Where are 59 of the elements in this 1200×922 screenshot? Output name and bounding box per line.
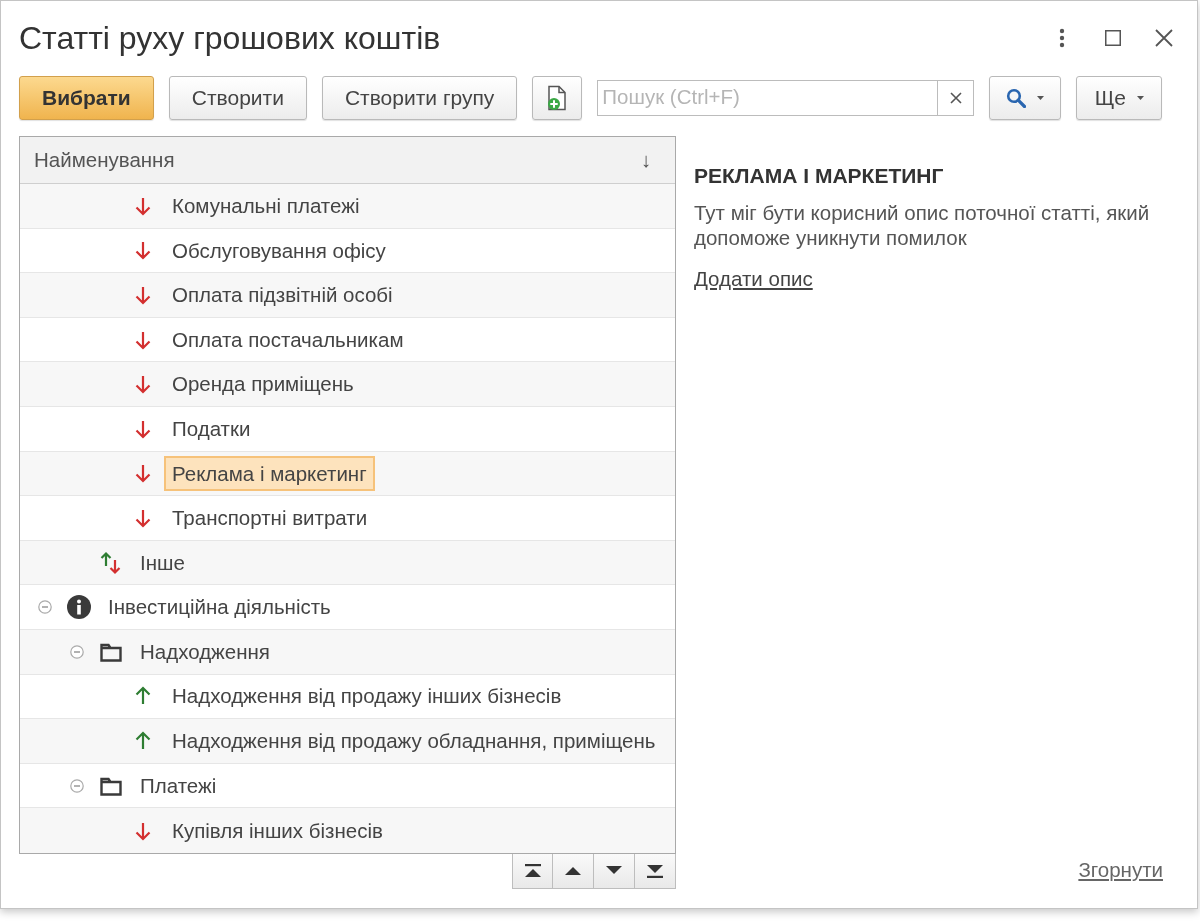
row-label: Обслуговування офісу (171, 237, 387, 264)
next-row-button[interactable] (594, 853, 635, 889)
last-row-button[interactable] (635, 853, 676, 889)
search-button[interactable] (989, 75, 1062, 120)
column-title: Найменування (34, 146, 175, 173)
more-options-icon[interactable] (1059, 28, 1065, 48)
clear-search-button[interactable] (937, 79, 975, 116)
info-icon (67, 595, 91, 620)
sort-indicator: ↓ (640, 146, 651, 173)
caret-icon (1037, 95, 1045, 100)
details-description: Тут міг бути корисний опис поточної статті, який допоможе уникнути помилок (694, 200, 1151, 251)
copy-button[interactable] (532, 75, 583, 120)
more-button[interactable]: Ще (1076, 75, 1163, 120)
close-icon[interactable] (1155, 29, 1173, 47)
tree-row[interactable]: Реклама і маркетинг (20, 451, 675, 497)
search-field[interactable]: Пошук (Ctrl+F) (597, 79, 938, 116)
row-label: Транспортні витрати (171, 505, 369, 532)
row-label: Оплата постачальникам (171, 326, 405, 353)
tree-row[interactable]: Надходження від продажу обладнання, приміщень (20, 719, 675, 764)
details-title: РЕКЛАМА І МАРКЕТИНГ (694, 163, 945, 189)
row-label: Платежі (139, 772, 218, 799)
triangle-up-icon (565, 866, 581, 876)
tree-row[interactable]: Комунальні платежі (20, 184, 675, 229)
window-title: Статті руху грошових коштів (19, 18, 442, 58)
tree-row[interactable]: Інше (20, 540, 675, 586)
tree-row[interactable]: Надходження (20, 629, 675, 675)
triangle-bar-down-icon (646, 863, 664, 878)
maximize-icon[interactable] (1105, 30, 1121, 46)
toolbar-button[interactable]: Створити групу (321, 75, 518, 120)
up-down-arrows-icon (99, 550, 123, 575)
row-label: Купівля інших бізнесів (171, 817, 384, 844)
bar-triangle-up-icon (523, 863, 542, 878)
document-plus-icon (546, 84, 569, 111)
search-icon (1006, 87, 1027, 108)
row-label: Інше (139, 549, 186, 576)
tree-row[interactable]: Оренда приміщень (20, 362, 675, 407)
add-description-link[interactable]: Додати опис (694, 264, 813, 296)
collapse-toggle-icon[interactable] (70, 778, 84, 793)
triangle-down-icon (606, 866, 622, 876)
row-label: Інвестиційна діяльність (107, 594, 332, 621)
row-label: Оплата підзвітній особі (171, 282, 394, 309)
collapse-toggle-icon[interactable] (70, 644, 84, 659)
row-label: Надходження (139, 638, 271, 665)
row-label: Комунальні платежі (171, 192, 361, 219)
toolbar-button[interactable]: Створити (168, 75, 307, 120)
row-label: Реклама і маркетинг (164, 455, 375, 492)
tree-row[interactable]: Купівля інших бізнесів (20, 808, 675, 853)
collapse-toggle-icon[interactable] (38, 600, 52, 615)
first-row-button[interactable] (512, 853, 553, 889)
row-label: Надходження від продажу обладнання, приміщень (171, 728, 657, 755)
collapse-link[interactable]: Згорнути (1078, 855, 1163, 886)
clear-icon (949, 91, 962, 104)
tree-row[interactable]: Оплата підзвітній особі (20, 273, 675, 318)
row-label: Надходження від продажу інших бізнесів (171, 683, 563, 710)
select-button[interactable]: Вибрати (19, 75, 154, 120)
previous-row-button[interactable] (553, 853, 594, 889)
caret-icon (1137, 95, 1145, 100)
row-label: Оренда приміщень (171, 371, 355, 398)
row-label: Податки (171, 415, 252, 442)
